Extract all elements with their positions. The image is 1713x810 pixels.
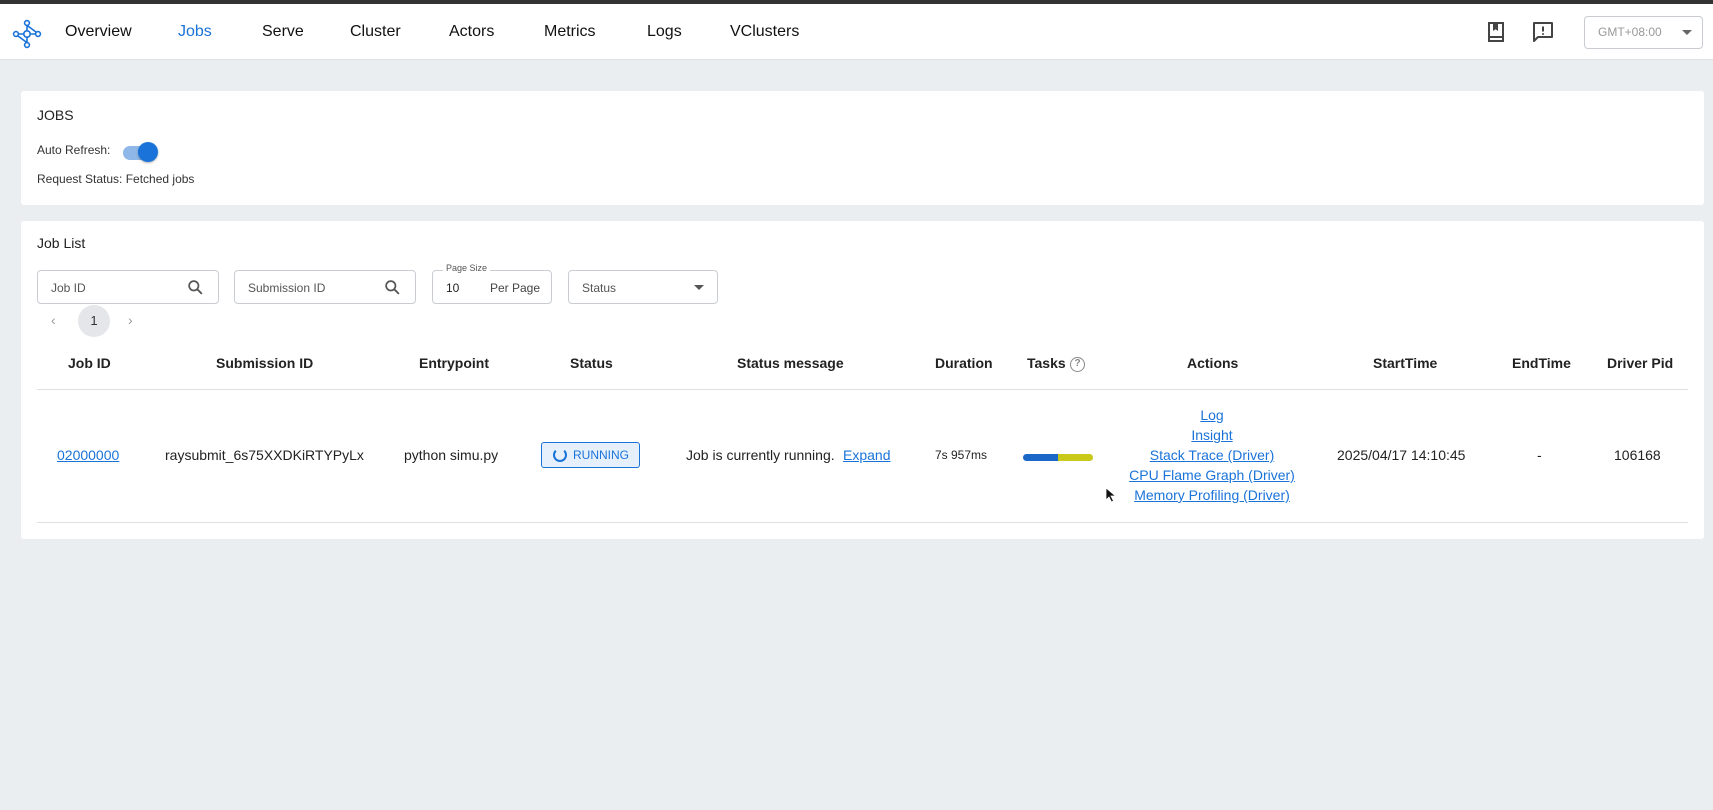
- task-running-segment: [1023, 454, 1058, 461]
- job-id-placeholder: Job ID: [51, 281, 86, 295]
- page-size-value: 10: [446, 281, 460, 295]
- col-start-time: StartTime: [1373, 355, 1438, 371]
- book-icon[interactable]: [1484, 20, 1508, 44]
- col-status: Status: [570, 355, 613, 371]
- job-id-link[interactable]: 02000000: [57, 447, 119, 463]
- jobs-card: JOBS Auto Refresh: Request Status: Fetch…: [21, 91, 1704, 205]
- nav-metrics[interactable]: Metrics: [544, 22, 596, 42]
- status-placeholder: Status: [582, 281, 617, 295]
- submission-id-placeholder: Submission ID: [248, 281, 326, 295]
- chevron-down-icon: [1682, 30, 1692, 35]
- driver-pid-cell: 106168: [1614, 447, 1661, 463]
- nav-jobs[interactable]: Jobs: [178, 22, 212, 42]
- pager-next-button[interactable]: ›: [128, 312, 133, 328]
- submission-id-search-input[interactable]: Submission ID: [234, 270, 416, 304]
- auto-refresh-label: Auto Refresh:: [37, 143, 111, 157]
- col-end-time: EndTime: [1512, 355, 1571, 371]
- col-actions: Actions: [1187, 355, 1239, 371]
- job-list-title: Job List: [37, 235, 86, 251]
- status-badge-label: RUNNING: [573, 448, 629, 462]
- chevron-down-icon: [694, 285, 704, 290]
- nav-vclusters[interactable]: VClusters: [730, 22, 799, 42]
- nav-serve[interactable]: Serve: [262, 22, 304, 42]
- entrypoint-cell: python simu.py: [404, 447, 499, 463]
- page-size-unit: Per Page: [490, 281, 541, 295]
- nav-logs[interactable]: Logs: [647, 22, 682, 42]
- jobs-card-title: JOBS: [37, 107, 74, 123]
- col-job-id: Job ID: [68, 355, 111, 371]
- submission-id-cell: raysubmit_6s75XXDKiRTYPyLx: [165, 447, 364, 463]
- task-progress-bar[interactable]: [1023, 454, 1093, 461]
- status-message-cell: Job is currently running.: [686, 447, 835, 463]
- header-divider: [37, 389, 1688, 390]
- auto-refresh-toggle[interactable]: [121, 141, 159, 163]
- status-filter-select[interactable]: Status: [568, 270, 718, 304]
- col-tasks: Tasks: [1027, 355, 1066, 371]
- status-badge: RUNNING: [541, 442, 640, 468]
- toggle-thumb: [138, 142, 158, 162]
- row-divider: [37, 522, 1688, 523]
- ray-logo-icon[interactable]: [12, 19, 42, 49]
- timezone-select[interactable]: GMT+08:00: [1584, 16, 1703, 49]
- nav-actors[interactable]: Actors: [449, 22, 494, 42]
- nav-cluster[interactable]: Cluster: [350, 22, 401, 42]
- nav-overview[interactable]: Overview: [65, 22, 132, 42]
- duration-cell: 7s 957ms: [935, 448, 988, 462]
- pager-prev-button[interactable]: ‹: [51, 312, 56, 328]
- col-driver-pid: Driver Pid: [1607, 355, 1674, 371]
- job-id-search-input[interactable]: Job ID: [37, 270, 219, 304]
- task-pending-segment: [1058, 454, 1093, 461]
- action-stack-trace-link[interactable]: Stack Trace (Driver): [1150, 447, 1274, 463]
- action-memory-profiling-link[interactable]: Memory Profiling (Driver): [1134, 487, 1290, 503]
- action-log-link[interactable]: Log: [1200, 407, 1223, 423]
- top-navbar: Overview Jobs Serve Cluster Actors Metri…: [0, 4, 1713, 60]
- job-list-card: Job List Job ID Submission ID Page Size …: [21, 221, 1704, 539]
- action-cpu-flame-graph-link[interactable]: CPU Flame Graph (Driver): [1129, 467, 1295, 483]
- feedback-icon[interactable]: [1531, 20, 1555, 44]
- spinner-icon: [553, 448, 567, 462]
- timezone-value: GMT+08:00: [1598, 25, 1662, 39]
- end-time-cell: -: [1537, 447, 1542, 463]
- col-entrypoint: Entrypoint: [419, 355, 489, 371]
- request-status: Request Status: Fetched jobs: [37, 172, 195, 186]
- page-size-input[interactable]: Page Size 10 Per Page: [432, 263, 552, 304]
- search-icon[interactable]: [187, 279, 204, 296]
- col-submission-id: Submission ID: [216, 355, 314, 371]
- expand-link[interactable]: Expand: [843, 447, 890, 463]
- search-icon[interactable]: [384, 279, 401, 296]
- col-status-message: Status message: [737, 355, 844, 371]
- mouse-cursor-icon: [1105, 487, 1117, 503]
- help-icon[interactable]: ?: [1070, 357, 1085, 372]
- action-insight-link[interactable]: Insight: [1191, 427, 1232, 443]
- page-size-label: Page Size: [443, 263, 491, 273]
- col-duration: Duration: [935, 355, 993, 371]
- pager-page-1[interactable]: 1: [78, 305, 110, 337]
- start-time-cell: 2025/04/17 14:10:45: [1337, 447, 1466, 463]
